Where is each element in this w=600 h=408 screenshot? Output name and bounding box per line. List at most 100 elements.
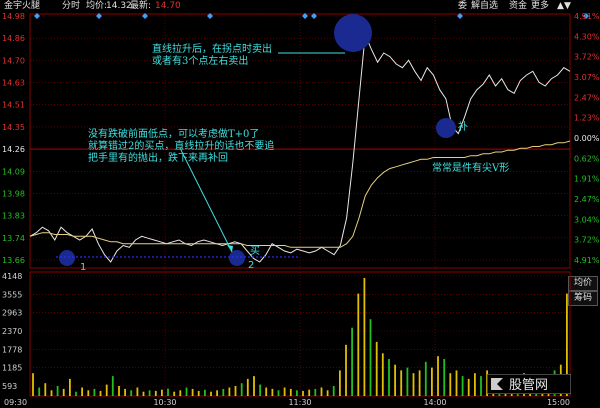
volume-bar: [283, 387, 286, 396]
volume-tick-label: 4148: [2, 272, 22, 281]
volume-bar: [179, 390, 182, 396]
price-tick-label: 14.70: [2, 56, 25, 65]
volume-bar: [111, 376, 114, 396]
watermark-text: 股管网: [509, 378, 548, 393]
volume-bar: [455, 370, 458, 396]
volume-bar: [363, 278, 366, 396]
volume-bar: [332, 386, 335, 396]
volume-bar: [173, 391, 176, 396]
percent-axis: 4.91% 4.30% 3.72% 3.07% 2.47% 1.23% 0.00% 0.62%…: [574, 12, 600, 265]
volume-bar: [394, 364, 396, 396]
volume-bar: [69, 378, 71, 396]
buy-label: 买: [250, 245, 260, 257]
volume-bar: [118, 386, 120, 396]
volume-bar: [99, 390, 102, 396]
volume-bar: [136, 387, 139, 396]
volume-bar: [38, 387, 41, 396]
left-note-line1: 没有跌破前面低点，可以考虑做T+0了: [88, 127, 259, 140]
volume-bar: [431, 367, 433, 396]
top-note-line2: 或者有3个点左右卖出: [152, 54, 248, 67]
time-tick-label: 15:00: [547, 398, 570, 407]
point1-label: 1: [80, 262, 86, 273]
volume-bar: [375, 341, 378, 396]
volume-bar: [357, 293, 360, 396]
volume-bar: [437, 356, 439, 396]
time-tick-label: 10:30: [153, 398, 176, 407]
volume-bar: [424, 361, 427, 396]
pointer-arrowhead-icon: [227, 245, 233, 252]
price-axis: 14.98 14.86 14.70 14.63 14.51 14.35 14.26 14.09…: [2, 12, 25, 265]
price-tick-label: 14.26: [2, 145, 25, 154]
price-tick-label: 14.63: [2, 79, 25, 88]
grid: [29, 13, 589, 397]
volume-bar: [210, 391, 212, 396]
volume-bar: [228, 387, 231, 396]
volume-bar: [474, 373, 476, 396]
volume-bar: [130, 390, 133, 396]
price-tick-label: 14.98: [2, 12, 25, 21]
volume-bar: [222, 388, 225, 396]
price-tick-label: 14.35: [2, 123, 25, 132]
volume-bar: [296, 390, 298, 396]
percent-tick-label: 2.47%: [574, 93, 600, 102]
volume-tick-label: 2963: [2, 309, 22, 318]
volume-bar: [142, 391, 145, 396]
volume-bar: [216, 390, 218, 396]
price-tick-label: 13.74: [2, 234, 25, 243]
point1-circle: [59, 250, 75, 266]
price-tick-label: 14.86: [2, 34, 25, 43]
volume-bar: [240, 383, 243, 396]
annotations: 直线拉升后，在拐点时卖出 或者有3个点左右卖出 没有跌破前面低点，可以考虑做T+…: [56, 14, 509, 273]
volume-bar: [234, 386, 237, 396]
volume-bar: [467, 378, 470, 396]
volume-bar: [124, 388, 126, 396]
volume-axis: 4148 3555 2963 2370 1778 1185 593: [2, 272, 22, 391]
volume-bar: [32, 373, 34, 396]
percent-tick-label: 3.07%: [574, 73, 600, 82]
percent-tick-label: 4.91%: [574, 12, 600, 21]
volume-bar: [154, 390, 157, 396]
volume-bar: [44, 383, 47, 396]
price-tick-label: 13.83: [2, 212, 25, 221]
price-tick-label: 13.98: [2, 189, 25, 198]
volume-bar: [246, 378, 249, 396]
volume-bar: [289, 388, 292, 396]
point2-circle: [229, 250, 245, 266]
price-tick-label: 13.66: [2, 256, 25, 265]
percent-tick-label: 0.00%: [574, 134, 600, 143]
volume-bar: [265, 387, 268, 396]
time-tick-label: 14:00: [423, 398, 446, 407]
volume-bar: [339, 370, 341, 396]
volume-bar: [259, 384, 261, 396]
volume-bar: [326, 390, 329, 396]
volume-bar: [75, 391, 77, 396]
time-tick-label: 09:30: [4, 398, 27, 407]
volume-bar: [443, 359, 446, 396]
volume-bar: [388, 359, 390, 396]
volume-bar: [480, 376, 482, 396]
left-note-line2: 就算错过2的买点，直线拉升的话也不要追: [88, 139, 274, 152]
volume-bar: [197, 390, 200, 396]
volume-bar: [369, 319, 372, 396]
volume-bar: [161, 389, 163, 396]
percent-tick-label: 0.62%: [574, 154, 600, 163]
percent-tick-label: 3.72%: [574, 236, 600, 245]
volume-bar: [62, 388, 65, 396]
point2-label: 2: [248, 260, 254, 271]
volume-bar: [345, 344, 347, 396]
volume-bar: [191, 388, 194, 396]
chart-canvas: 14.98 14.86 14.70 14.63 14.51 14.35 14.26 14.09…: [2, 12, 600, 407]
volume-bar: [167, 388, 169, 396]
volume-bar: [204, 389, 206, 396]
volume-bar: [93, 388, 96, 396]
volume-bar: [50, 390, 53, 396]
intraday-chart-window: 金宇火腿 分时 均价: 14.32 最新: 14.70 委 解自选 资金 更多 …: [0, 0, 600, 408]
time-tick-label: 11:30: [288, 398, 311, 407]
volume-bar: [412, 373, 415, 396]
volume-bar: [418, 370, 421, 396]
v-shape-note: 常常是件有尖V形: [432, 161, 509, 174]
volume-bar: [56, 386, 59, 396]
add-label: 补: [458, 120, 468, 133]
volume-bar: [314, 388, 317, 396]
volume-bar: [320, 387, 323, 396]
